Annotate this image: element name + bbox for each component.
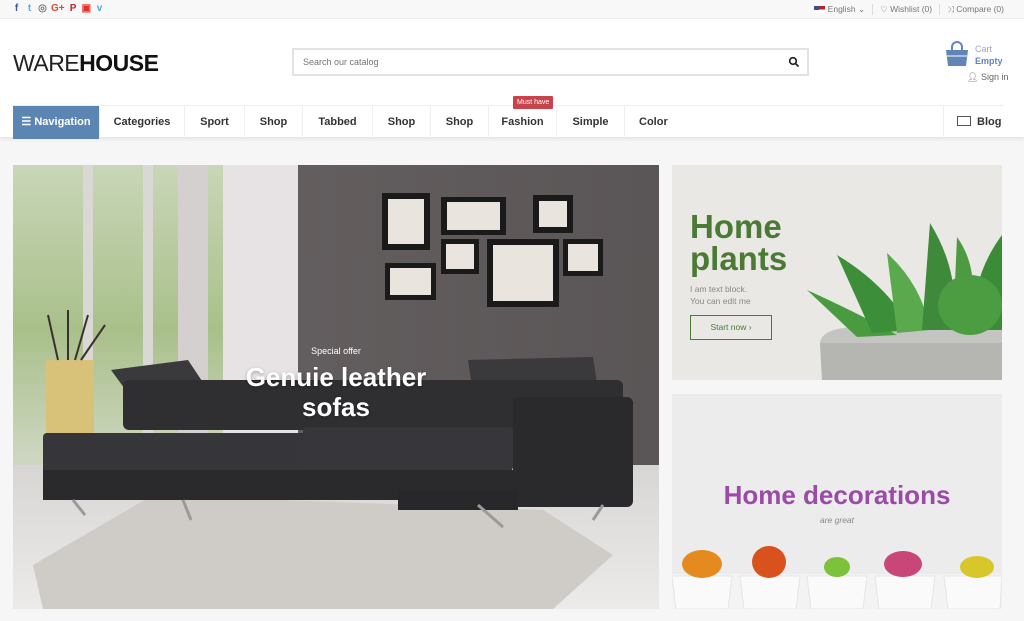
wishlist-label: Wishlist (0) [890, 4, 933, 14]
header: WAREHOUSE Cart Empty 👤︎ Sign in ☰ Naviga… [0, 19, 1024, 139]
nav-navigation-button[interactable]: ☰ Navigation [13, 106, 100, 139]
hero-title-line2: sofas [302, 392, 370, 422]
nav-item-categories[interactable]: Categories [100, 106, 185, 138]
search-icon[interactable] [788, 56, 800, 68]
social-links: f t ◎ G+ P ▣ v [12, 3, 104, 15]
divider [939, 3, 941, 15]
google-plus-icon[interactable]: G+ [51, 3, 65, 15]
main-navigation: ☰ Navigation Blog Categories Sport Shop Tab… [13, 105, 1004, 139]
language-selector[interactable]: English ⌄ [813, 3, 866, 15]
cart-label: Cart [975, 44, 993, 54]
wishlist-link[interactable]: ♡ Wishlist (0) [880, 3, 932, 15]
home-decorations-title: Home decorations [723, 480, 951, 510]
top-bar: f t ◎ G+ P ▣ v English ⌄ ♡ Wishlist (0) ⤨ Comp… [0, 0, 1024, 19]
shopping-bag-icon [946, 41, 968, 66]
search-box [292, 48, 809, 76]
home-plants-text: I am text block. You can edit me [690, 283, 751, 307]
nav-item-shop[interactable]: Shop [431, 106, 489, 138]
logo-bold: HOUSE [79, 50, 159, 76]
home-plants-title-line1: Home [690, 208, 782, 245]
home-decorations-subtitle: are great [819, 515, 855, 525]
compare-link[interactable]: ⤨ Compare (0) [947, 3, 1004, 15]
hero-kicker: Special offer [311, 346, 361, 356]
start-now-label: Start now [710, 322, 747, 332]
home-plants-text-line2: You can edit me [690, 296, 751, 306]
instagram-icon[interactable]: ◎ [38, 3, 47, 15]
compare-label: Compare (0) [956, 4, 1004, 14]
nav-item-blog[interactable]: Blog [943, 106, 1004, 138]
divider [872, 3, 874, 15]
home-plants-text-line1: I am text block. [690, 284, 748, 294]
chevron-right-icon: › [748, 322, 752, 332]
cart-status: Empty [975, 56, 1003, 66]
home-plants-title-line2: plants [690, 240, 788, 277]
nav-item-shop[interactable]: Shop [373, 106, 431, 138]
twitter-icon[interactable]: t [25, 3, 34, 15]
us-flag-icon [813, 6, 825, 14]
cart-button[interactable]: Cart Empty [944, 41, 1024, 91]
search-input[interactable] [294, 50, 764, 74]
nav-navigation-label: Navigation [34, 116, 91, 128]
must-have-badge: Must have [513, 96, 554, 109]
nav-item-simple[interactable]: Simple [557, 106, 625, 138]
home-decorations-banner[interactable]: Home decorations are great [672, 394, 1002, 609]
youtube-icon[interactable]: ▣ [82, 3, 91, 15]
shuffle-icon: ⤨ [947, 4, 954, 14]
newspaper-icon [957, 116, 971, 126]
sign-in-link[interactable]: 👤︎ Sign in [967, 72, 1008, 83]
pinterest-icon[interactable]: P [69, 3, 78, 15]
nav-item-sport[interactable]: Sport [185, 106, 245, 138]
vimeo-icon[interactable]: v [95, 3, 104, 15]
top-links: English ⌄ ♡ Wishlist (0) ⤨ Compare (0) [813, 3, 1004, 15]
nav-item-fashion[interactable]: Fashion [489, 106, 557, 138]
home-plants-banner[interactable]: Home plants I am text block. You can edi… [672, 165, 1002, 380]
hero-title-line1: Genuie leather [245, 362, 427, 392]
chevron-down-icon: ⌄ [857, 4, 866, 14]
menu-icon: ☰ [21, 116, 32, 128]
home-plants-title: Home plants [690, 208, 788, 277]
logo[interactable]: WAREHOUSE [13, 50, 159, 76]
heart-icon: ♡ [880, 4, 888, 14]
language-label: English [827, 4, 856, 14]
hero-title: Genuie leather sofas [13, 362, 659, 422]
logo-light: WARE [13, 50, 80, 76]
start-now-button[interactable]: Start now › [690, 315, 772, 340]
nav-item-tabbed[interactable]: Tabbed [303, 106, 373, 138]
sign-in-label: Sign in [980, 72, 1009, 82]
facebook-icon[interactable]: f [12, 3, 21, 15]
nav-item-shop[interactable]: Shop [245, 106, 303, 138]
hero-banner[interactable]: Special offer Genuie leather sofas [13, 165, 659, 609]
nav-item-color[interactable]: Color [625, 106, 681, 138]
user-icon: 👤︎ [967, 72, 979, 82]
nav-blog-label: Blog [977, 116, 1002, 128]
